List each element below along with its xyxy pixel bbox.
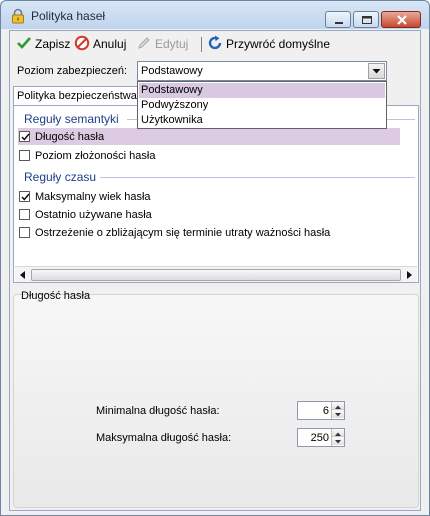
tab-security-policy[interactable]: Polityka bezpieczeństwa (13, 86, 143, 106)
checkmark-icon (16, 35, 32, 54)
password-length-title: Długość hasła (21, 290, 91, 302)
minimize-button[interactable] (325, 11, 351, 28)
security-level-label: Poziom zabezpieczeń: (17, 65, 128, 77)
divider (100, 177, 415, 178)
rule-max-password-age[interactable]: Maksymalny wiek hasła (18, 188, 400, 205)
max-length-label: Maksymalna długość hasła: (96, 432, 232, 444)
spinner-buttons (331, 429, 344, 446)
lock-icon (10, 8, 26, 24)
semantic-rules-heading: Reguły semantyki (24, 112, 119, 126)
spin-down-icon[interactable] (332, 410, 344, 418)
dropdown-option-elevated[interactable]: Podwyższony (139, 98, 385, 113)
dropdown-option-basic[interactable]: Podstawowy (139, 83, 385, 98)
scroll-left-icon[interactable] (16, 268, 30, 282)
title-bar[interactable]: Polityka haseł (1, 1, 429, 29)
time-rules-heading: Reguły czasu (24, 170, 97, 184)
scrollbar-thumb[interactable] (31, 269, 401, 281)
rule-label: Ostrzeżenie o zbliżającym się terminie u… (35, 226, 331, 239)
checkbox[interactable] (19, 227, 30, 238)
password-length-panel: Minimalna długość hasła: 6 Maksymalna dł… (13, 294, 419, 508)
security-level-dropdown: Podstawowy Podwyższony Użytkownika (137, 81, 387, 129)
rule-password-complexity[interactable]: Poziom złożoności hasła (18, 147, 400, 164)
cancel-label: Anuluj (93, 37, 127, 51)
spinner-buttons (331, 402, 344, 419)
toolbar: Zapisz Anuluj Edytuj Przywróć domyślne (10, 31, 420, 57)
cancel-icon (74, 35, 90, 54)
toolbar-separator (201, 37, 202, 52)
max-length-spinner[interactable]: 250 (297, 428, 345, 447)
min-length-spinner[interactable]: 6 (297, 401, 345, 420)
window-client-area: Zapisz Anuluj Edytuj Przywróć domyślne P… (9, 30, 421, 511)
dropdown-arrow-icon[interactable] (368, 63, 385, 79)
restore-defaults-button[interactable]: Przywróć domyślne (207, 35, 330, 53)
horizontal-scrollbar[interactable] (15, 266, 417, 282)
restore-label: Przywróć domyślne (226, 37, 331, 51)
rule-recent-passwords[interactable]: Ostatnio używane hasła (18, 206, 400, 223)
edit-label: Edytuj (155, 37, 189, 51)
close-button[interactable] (381, 11, 421, 28)
dropdown-option-user[interactable]: Użytkownika (139, 113, 385, 128)
max-length-value: 250 (310, 432, 329, 444)
restore-icon (207, 35, 223, 54)
edit-button[interactable]: Edytuj (136, 35, 188, 53)
save-label: Zapisz (35, 37, 71, 51)
rule-label: Poziom złożoności hasła (35, 149, 156, 162)
scroll-right-icon[interactable] (402, 268, 416, 282)
min-length-label: Minimalna długość hasła: (96, 405, 220, 417)
cancel-button[interactable]: Anuluj (74, 35, 126, 53)
checkbox[interactable] (19, 209, 30, 220)
min-length-value: 6 (322, 405, 329, 417)
security-level-select[interactable]: Podstawowy (137, 61, 387, 81)
pencil-icon (136, 35, 152, 54)
window-title: Polityka haseł (31, 9, 106, 23)
password-policy-window: Polityka haseł Zapisz Anuluj Edytuj Przy… (0, 0, 430, 516)
security-level-value: Podstawowy (141, 65, 203, 77)
rule-password-length[interactable]: Długość hasła (18, 128, 400, 145)
checkbox[interactable] (19, 131, 30, 142)
rule-label: Maksymalny wiek hasła (35, 190, 151, 203)
save-button[interactable]: Zapisz (16, 35, 70, 53)
spin-up-icon[interactable] (332, 429, 344, 437)
rule-label: Ostatnio używane hasła (35, 208, 152, 221)
checkbox[interactable] (19, 191, 30, 202)
rule-expiry-warning[interactable]: Ostrzeżenie o zbliżającym się terminie u… (18, 224, 400, 241)
maximize-button[interactable] (353, 11, 379, 28)
spin-up-icon[interactable] (332, 402, 344, 410)
rule-label: Długość hasła (35, 130, 105, 143)
spin-down-icon[interactable] (332, 437, 344, 445)
rules-panel: Reguły semantyki Długość hasła Poziom zł… (13, 105, 419, 283)
checkbox[interactable] (19, 150, 30, 161)
